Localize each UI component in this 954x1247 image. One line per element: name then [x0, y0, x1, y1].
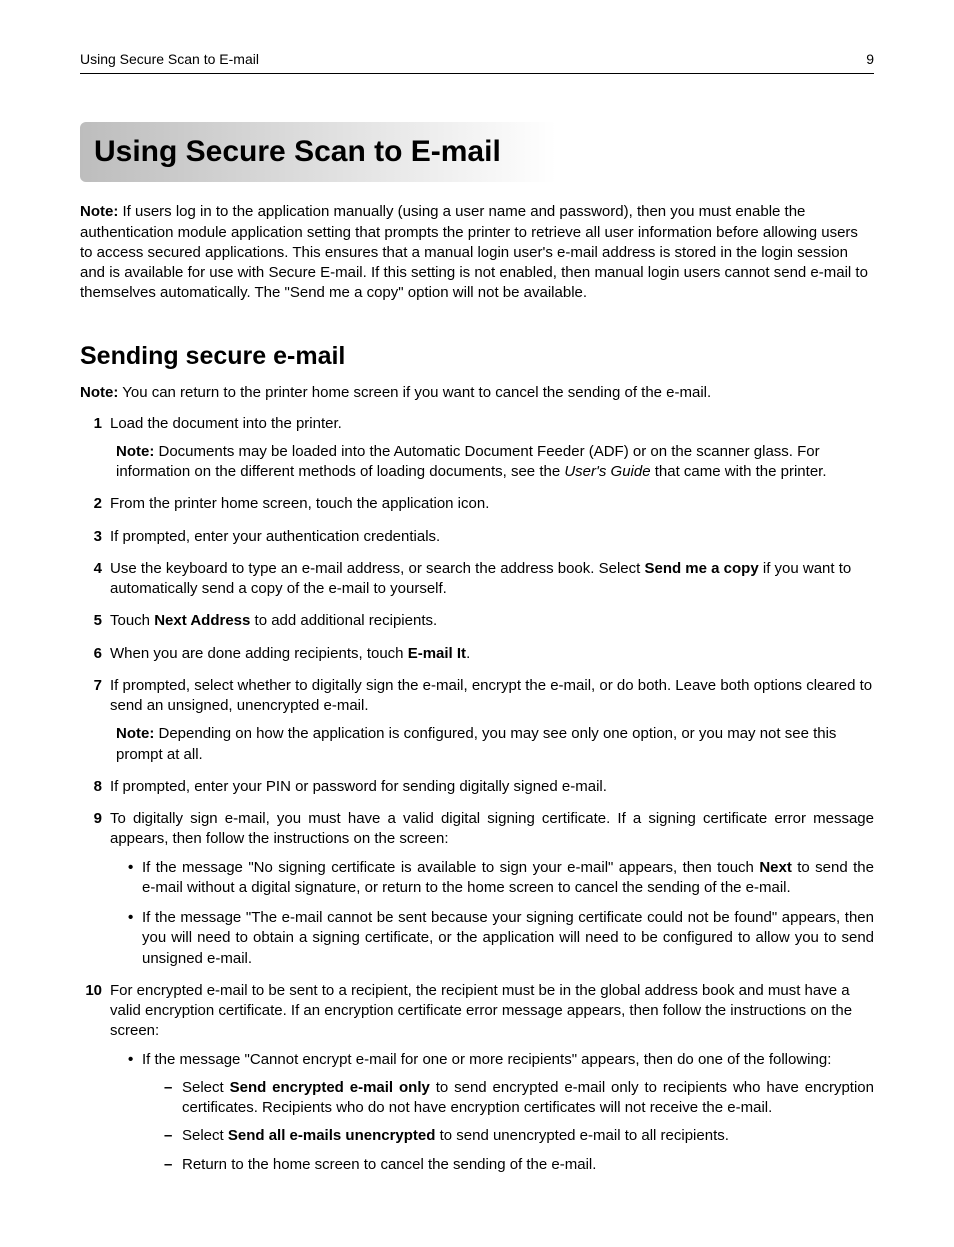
step-4: Use the keyboard to type an e‑mail addre… [80, 559, 874, 600]
note-label: Note: [116, 443, 154, 460]
step-1-note: Note: Documents may be loaded into the A… [110, 442, 874, 483]
users-guide-emphasis: User's Guide [564, 463, 650, 480]
step-2: From the printer home screen, touch the … [80, 494, 874, 514]
step-10-bullets: If the message "Cannot encrypt e‑mail fo… [110, 1050, 874, 1175]
note-label: Note: [80, 384, 118, 401]
dash-text: Return to the home screen to cancel the … [182, 1156, 596, 1173]
step-10-bullet-1: If the message "Cannot encrypt e‑mail fo… [128, 1050, 874, 1175]
step-9-bullet-2: If the message "The e‑mail cannot be sen… [128, 908, 874, 969]
note-text: Depending on how the application is conf… [116, 725, 836, 762]
step-10-dash-1: Select Send encrypted e‑mail only to sen… [164, 1078, 874, 1119]
page-title: Using Secure Scan to E-mail [80, 122, 874, 183]
send-me-a-copy-bold: Send me a copy [644, 560, 758, 577]
step-text-c: . [466, 645, 470, 662]
step-text: Load the document into the printer. [110, 415, 342, 432]
dash-text-a: Select [182, 1127, 228, 1144]
step-3: If prompted, enter your authentication c… [80, 527, 874, 547]
note-text-b: that came with the printer. [651, 463, 827, 480]
next-bold: Next [759, 859, 792, 876]
step-10-dash-3: Return to the home screen to cancel the … [164, 1155, 874, 1175]
step-text-a: Touch [110, 612, 154, 629]
step-10-dashes: Select Send encrypted e‑mail only to sen… [142, 1078, 874, 1175]
step-10-dash-2: Select Send all e‑mails unencrypted to s… [164, 1126, 874, 1146]
step-8: If prompted, enter your PIN or password … [80, 777, 874, 797]
step-10: For encrypted e‑mail to be sent to a rec… [80, 981, 874, 1175]
step-text: If prompted, select whether to digitally… [110, 677, 872, 714]
section-note-text: You can return to the printer home scree… [118, 384, 711, 401]
dash-text-c: to send unencrypted e‑mail to all recipi… [435, 1127, 729, 1144]
step-7: If prompted, select whether to digitally… [80, 676, 874, 765]
intro-note-text: If users log in to the application manua… [80, 203, 868, 301]
step-text-a: When you are done adding recipients, tou… [110, 645, 408, 662]
section-heading: Sending secure e‑mail [80, 340, 874, 374]
step-text: From the printer home screen, touch the … [110, 495, 489, 512]
steps-list: Load the document into the printer. Note… [80, 414, 874, 1175]
send-all-unencrypted-bold: Send all e‑mails unencrypted [228, 1127, 436, 1144]
step-9-bullets: If the message "No signing certificate i… [110, 858, 874, 969]
note-label: Note: [116, 725, 154, 742]
step-9-bullet-1: If the message "No signing certificate i… [128, 858, 874, 899]
note-label: Note: [80, 203, 118, 220]
bullet-text-a: If the message "No signing certificate i… [142, 859, 759, 876]
step-text: If prompted, enter your PIN or password … [110, 778, 607, 795]
intro-note: Note: If users log in to the application… [80, 202, 874, 303]
dash-text-a: Select [182, 1079, 230, 1096]
page-header: Using Secure Scan to E-mail 9 [80, 50, 874, 74]
step-5: Touch Next Address to add additional rec… [80, 611, 874, 631]
email-it-bold: E‑mail It [408, 645, 466, 662]
step-7-note: Note: Depending on how the application i… [110, 724, 874, 765]
section-note: Note: You can return to the printer home… [80, 383, 874, 403]
step-1: Load the document into the printer. Note… [80, 414, 874, 483]
next-address-bold: Next Address [154, 612, 250, 629]
header-left: Using Secure Scan to E-mail [80, 50, 259, 69]
header-page-number: 9 [866, 50, 874, 69]
step-text: If prompted, enter your authentication c… [110, 528, 440, 545]
step-text-a: Use the keyboard to type an e‑mail addre… [110, 560, 644, 577]
step-text: To digitally sign e‑mail, you must have … [110, 810, 874, 847]
bullet-text: If the message "The e‑mail cannot be sen… [142, 909, 874, 967]
step-9: To digitally sign e‑mail, you must have … [80, 809, 874, 969]
step-text: For encrypted e‑mail to be sent to a rec… [110, 982, 852, 1040]
step-text-c: to add additional recipients. [250, 612, 437, 629]
send-encrypted-only-bold: Send encrypted e‑mail only [230, 1079, 430, 1096]
bullet-text: If the message "Cannot encrypt e‑mail fo… [142, 1051, 831, 1068]
step-6: When you are done adding recipients, tou… [80, 644, 874, 664]
